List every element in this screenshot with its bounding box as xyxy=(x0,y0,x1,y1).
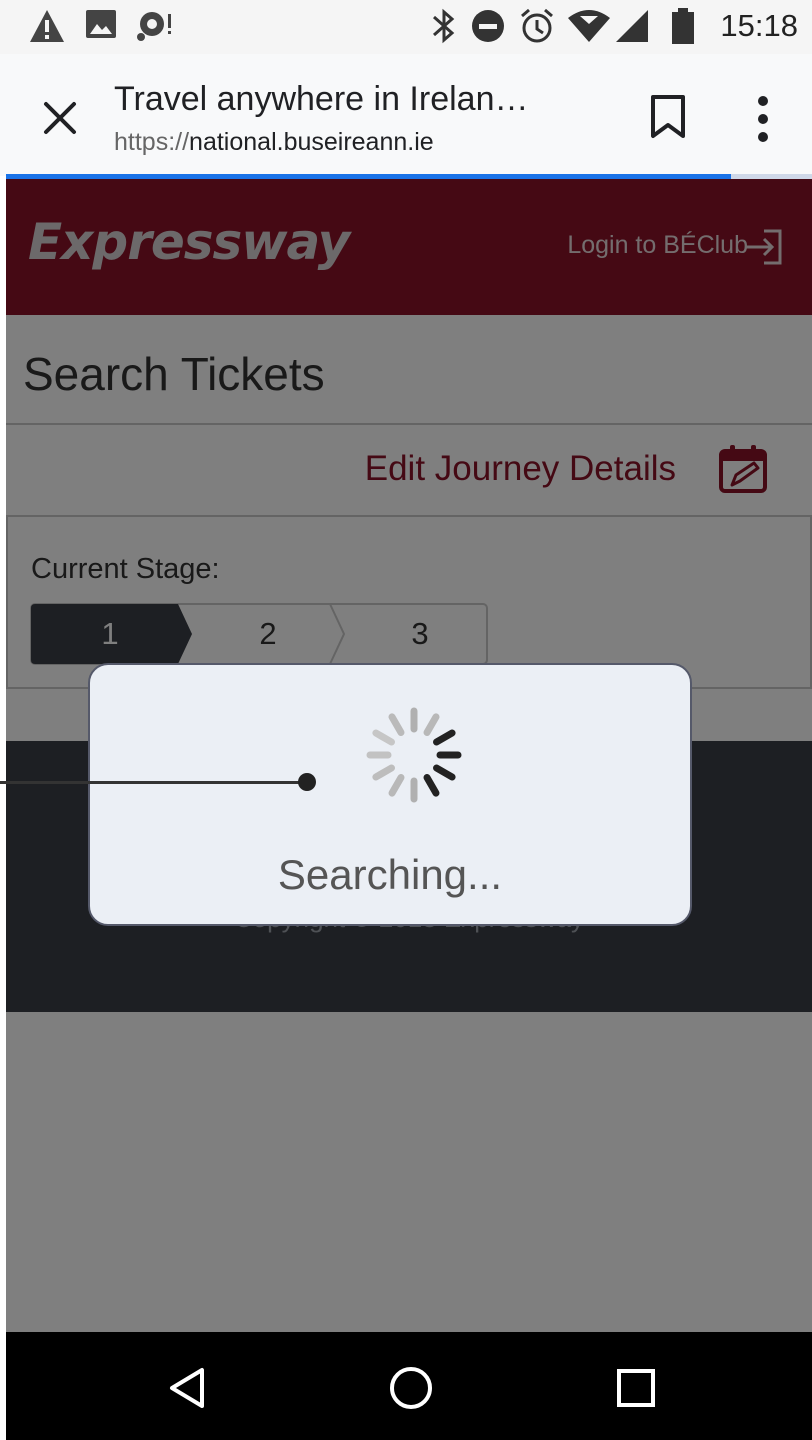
wifi-icon xyxy=(568,10,610,42)
bookmark-icon[interactable] xyxy=(648,94,688,140)
url-scheme: https:// xyxy=(114,128,190,156)
pointer-dot xyxy=(298,773,316,791)
recents-icon[interactable] xyxy=(612,1364,660,1412)
browser-toolbar: Travel anywhere in Irelan… https://natio… xyxy=(0,54,812,176)
alarm-icon xyxy=(521,8,553,43)
do-not-disturb-icon xyxy=(472,10,504,42)
signal-icon xyxy=(616,10,648,42)
image-icon xyxy=(86,10,116,38)
url-display[interactable]: https://national.buseireann.ie xyxy=(114,128,434,157)
loading-dialog: Searching... xyxy=(88,663,692,926)
sync-alert-icon xyxy=(137,12,171,41)
back-icon[interactable] xyxy=(164,1364,212,1412)
loading-spinner-icon xyxy=(366,707,462,803)
android-nav-bar xyxy=(6,1332,812,1440)
pointer-line xyxy=(0,781,306,784)
battery-icon xyxy=(672,8,694,44)
status-bar: 15:18 xyxy=(0,0,812,54)
url-host: national.buseireann.ie xyxy=(189,128,434,156)
warning-icon xyxy=(30,10,64,42)
bluetooth-icon xyxy=(433,8,455,44)
close-icon[interactable] xyxy=(38,96,82,140)
clock: 15:18 xyxy=(720,8,798,43)
page-tab-title: Travel anywhere in Irelan… xyxy=(114,80,529,118)
searching-message: Searching... xyxy=(277,851,503,898)
home-icon[interactable] xyxy=(387,1364,435,1412)
more-options-icon[interactable] xyxy=(750,94,776,144)
